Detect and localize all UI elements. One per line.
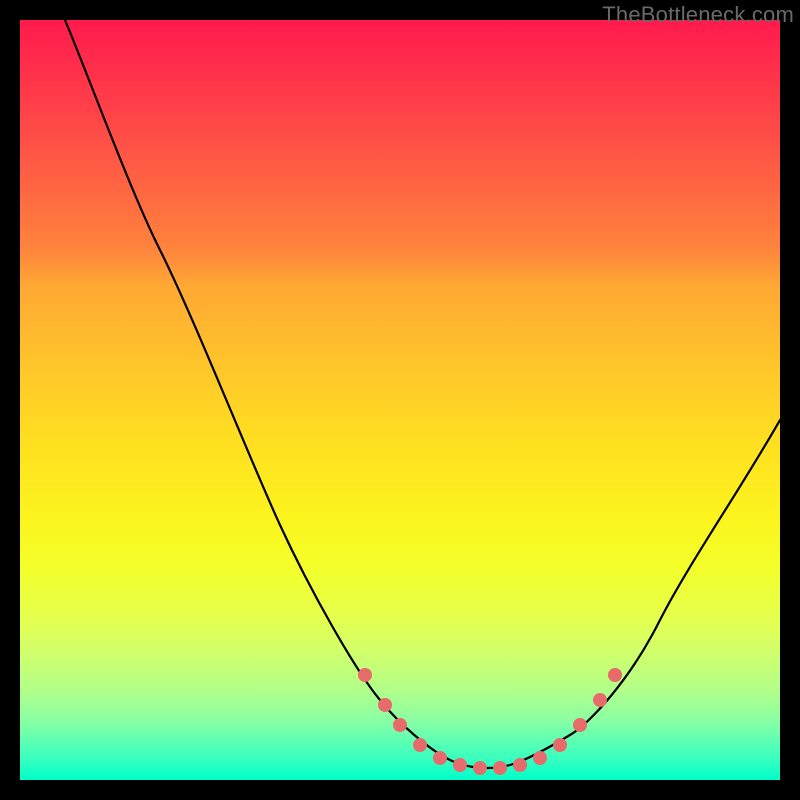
chart-svg bbox=[20, 20, 780, 780]
dot bbox=[413, 738, 427, 752]
dot bbox=[393, 718, 407, 732]
dot bbox=[433, 751, 447, 765]
dot bbox=[513, 758, 527, 772]
dot bbox=[493, 761, 507, 775]
bottleneck-curve bbox=[65, 20, 780, 768]
dot bbox=[453, 758, 467, 772]
dot bbox=[608, 668, 622, 682]
chart-frame bbox=[20, 20, 780, 780]
dot bbox=[378, 698, 392, 712]
dot bbox=[473, 761, 487, 775]
curve-layer bbox=[65, 20, 780, 768]
dot bbox=[533, 751, 547, 765]
watermark-text: TheBottleneck.com bbox=[602, 2, 794, 28]
dot bbox=[358, 668, 372, 682]
dot bbox=[573, 718, 587, 732]
dot bbox=[553, 738, 567, 752]
plot-area bbox=[20, 20, 780, 780]
dot bbox=[593, 693, 607, 707]
highlight-dots bbox=[358, 668, 622, 775]
